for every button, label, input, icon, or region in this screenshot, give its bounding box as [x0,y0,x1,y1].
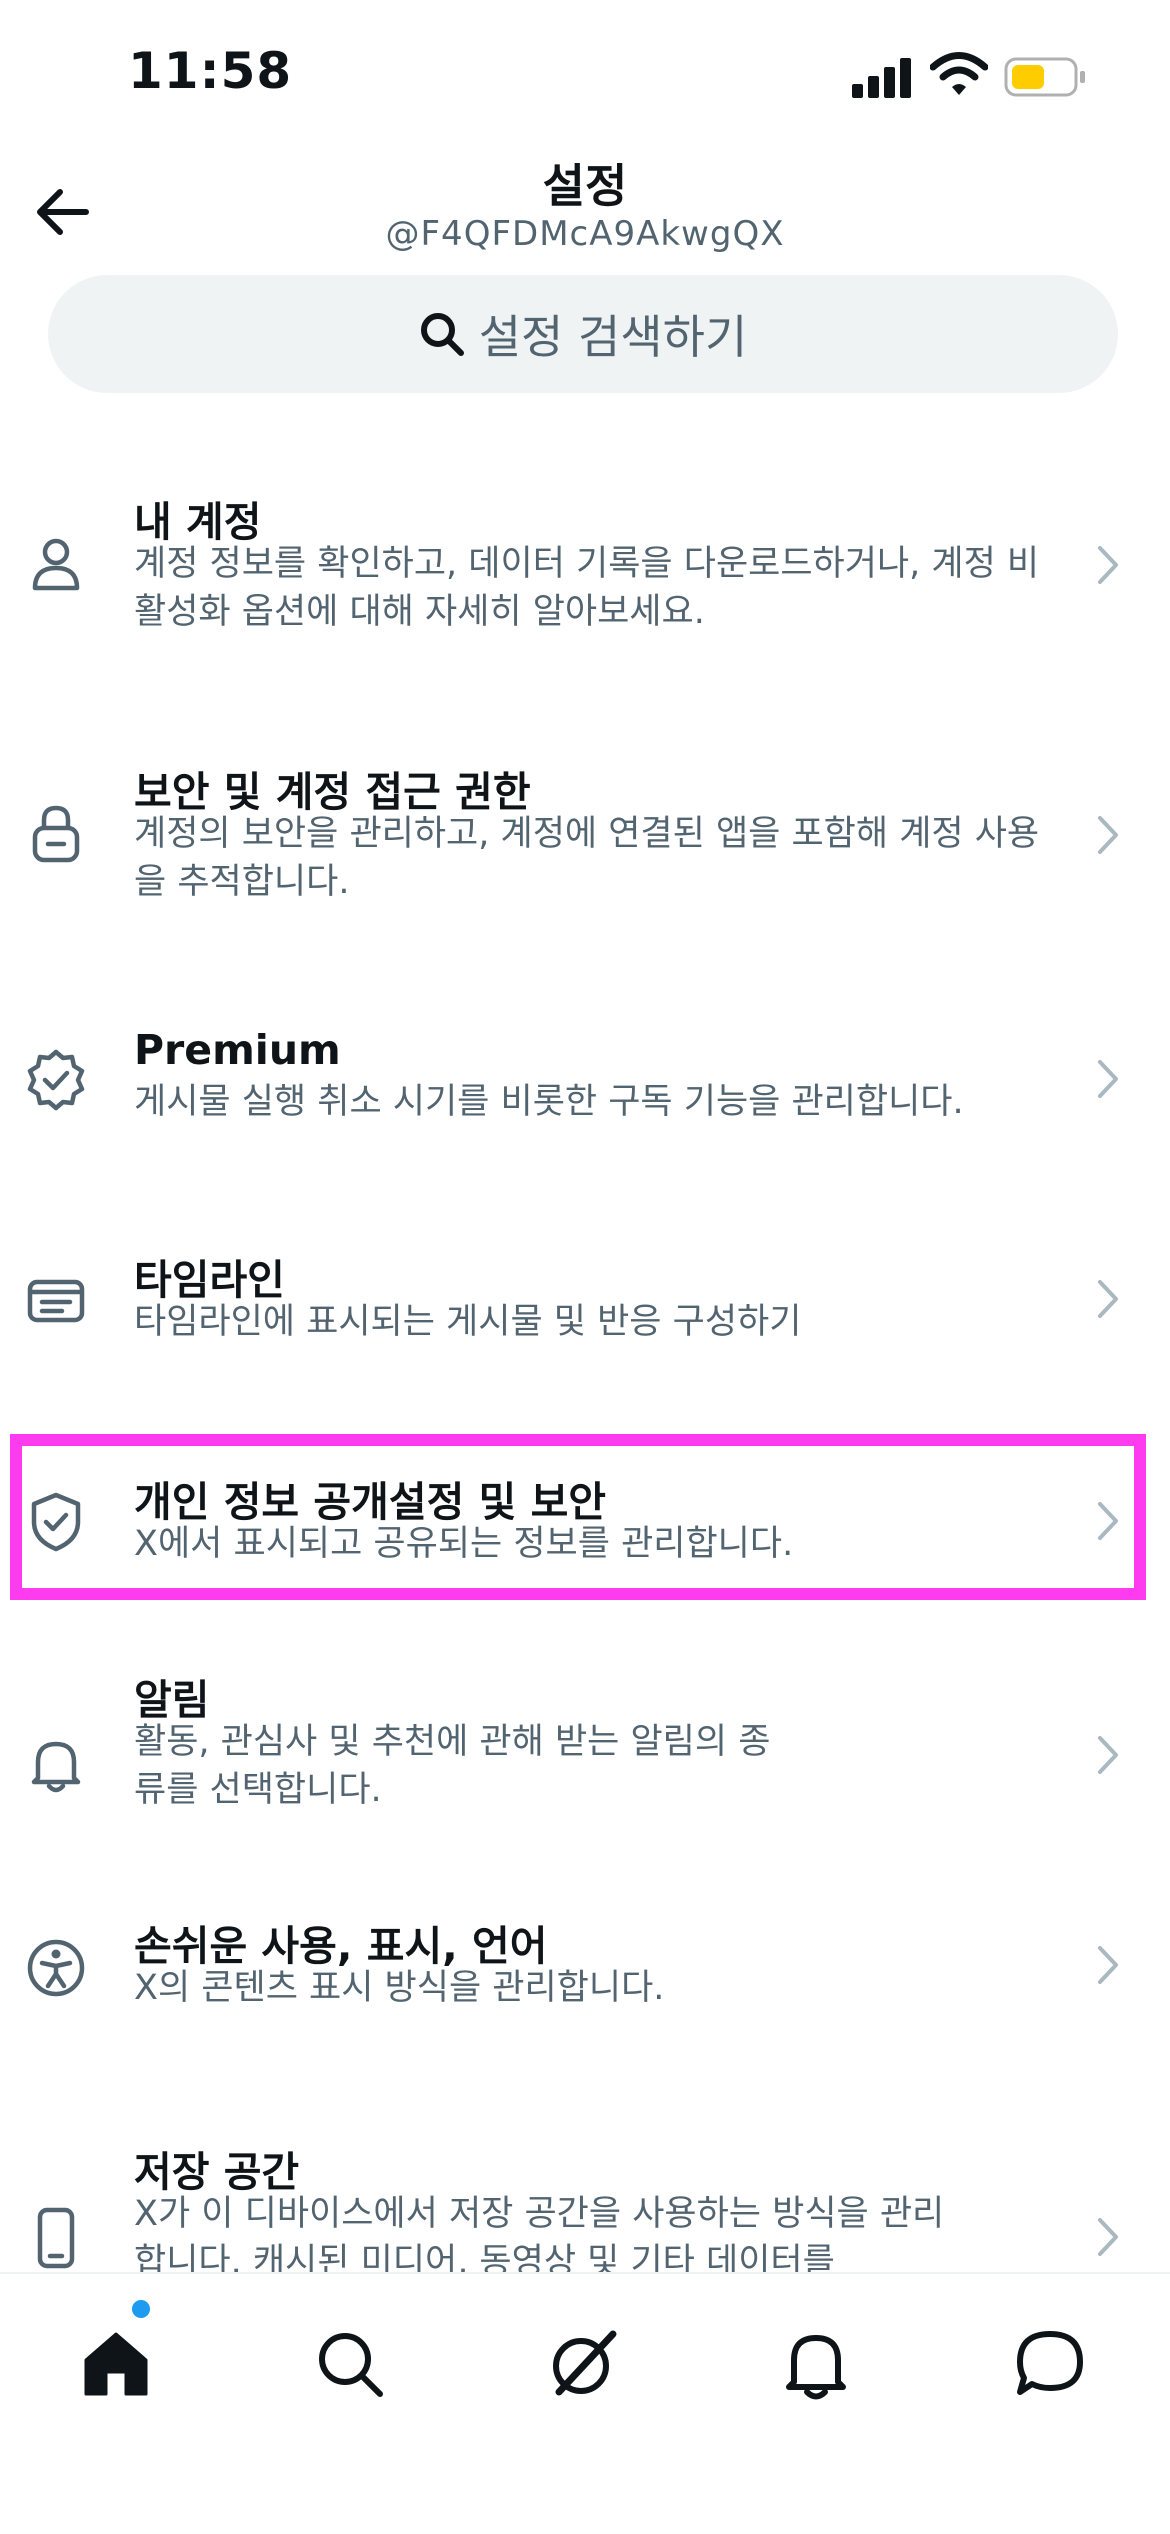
home-icon [84,2332,148,2396]
bell-icon [786,2335,846,2400]
status-bar: 11:58 [0,0,1170,150]
accessibility-icon [27,1939,85,1997]
item-title: 내 계정 [134,498,262,546]
settings-item-security[interactable]: 보안 및 계정 접근 권한 계정의 보안을 관리하고, 계정에 연결된 앱을 포… [0,740,1170,960]
chevron-right-icon [1098,1946,1118,1984]
chevron-right-icon [1098,1736,1118,1774]
tab-search[interactable] [300,2314,400,2414]
item-description: 게시물 실행 취소 시기를 비롯한 구독 기능을 관리합니다. [134,1082,964,1122]
chevron-right-icon [1098,1060,1118,1098]
item-description: X가 이 디바이스에서 저장 공간을 사용하는 방식을 관리합니다. 캐시된 미… [134,2194,945,2272]
tab-grok[interactable] [533,2314,633,2414]
chevron-right-icon [1098,816,1118,854]
wifi-icon [930,52,988,95]
item-title: 보안 및 계정 접근 권한 [134,768,531,816]
chevron-right-icon [1098,1280,1118,1318]
search-icon [420,313,464,356]
lock-icon [32,805,80,863]
verified-badge-icon [27,1049,85,1111]
tab-messages[interactable] [1000,2314,1100,2414]
search-placeholder: 설정 검색하기 [478,310,748,364]
item-title: 타임라인 [134,1256,285,1304]
timeline-card-icon [27,1279,85,1323]
settings-item-storage[interactable]: 저장 공간 X가 이 디바이스에서 저장 공간을 사용하는 방식을 관리합니다.… [0,2132,1170,2272]
account-handle: @F4QFDMcA9AkwgQX [385,214,785,254]
item-description: X의 콘텐츠 표시 방식을 관리합니다. [134,1968,665,2008]
status-time: 11:58 [128,42,293,100]
bell-icon [31,1741,81,1793]
phone-icon [37,2207,75,2269]
settings-item-premium[interactable]: Premium 게시물 실행 취소 시기를 비롯한 구독 기능을 관리합니다. [0,1020,1170,1180]
bottom-tab-bar [0,2272,1170,2534]
notification-dot [132,2300,150,2318]
person-icon [32,538,80,591]
battery-icon [1004,57,1085,97]
settings-search-field[interactable]: 설정 검색하기 [48,275,1118,393]
item-title: Premium [134,1026,341,1074]
item-description: 계정 정보를 확인하고, 데이터 기록을 다운로드하거나, 계정 비활성화 옵션… [134,544,1040,632]
settings-item-timeline[interactable]: 타임라인 타임라인에 표시되는 게시물 및 반응 구성하기 [0,1240,1170,1400]
chevron-right-icon [1098,546,1118,584]
tab-notifications[interactable] [766,2314,866,2414]
tab-home[interactable] [66,2314,166,2414]
search-icon [319,2333,383,2397]
chevron-right-icon [1098,2218,1118,2256]
page-title: 설정 [542,159,628,213]
chat-icon [1017,2331,1083,2395]
cellular-signal-icon [852,58,911,98]
selection-highlight [10,1434,1146,1600]
settings-item-my-account[interactable]: 내 계정 계정 정보를 확인하고, 데이터 기록을 다운로드하거나, 계정 비활… [0,470,1170,690]
item-description: 활동, 관심사 및 추천에 관해 받는 알림의 종류를 선택합니다. [134,1722,771,1810]
item-title: 알림 [134,1676,210,1724]
item-description: 타임라인에 표시되는 게시물 및 반응 구성하기 [134,1302,802,1342]
item-title: 손쉬운 사용, 표시, 언어 [134,1922,548,1970]
grok-icon [553,2330,617,2396]
settings-item-accessibility[interactable]: 손쉬운 사용, 표시, 언어 X의 콘텐츠 표시 방식을 관리합니다. [0,1906,1170,2066]
settings-item-notifications[interactable]: 알림 활동, 관심사 및 추천에 관해 받는 알림의 종류를 선택합니다. [0,1660,1170,1880]
item-description: 계정의 보안을 관리하고, 계정에 연결된 앱을 포함해 계정 사용을 추적합니… [134,814,1040,902]
item-title: 저장 공간 [134,2148,300,2196]
